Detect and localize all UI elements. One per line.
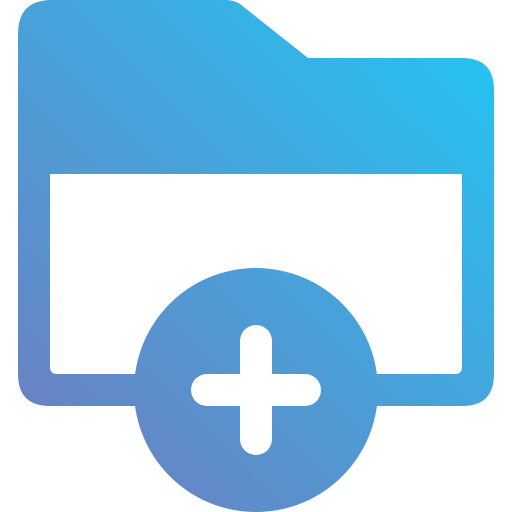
folder-add-icon bbox=[18, 0, 494, 512]
icon-canvas: folder-add-icon bbox=[0, 0, 512, 512]
